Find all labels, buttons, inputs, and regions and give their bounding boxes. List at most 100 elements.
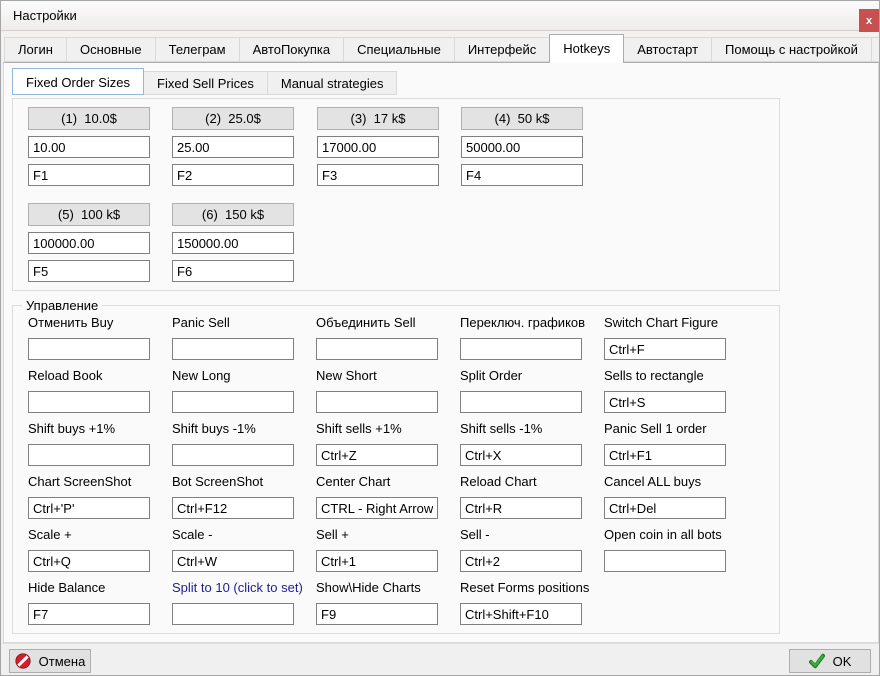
management-groupbox-title: Управление (22, 298, 102, 313)
field-show-hide-charts: Show\Hide Charts (316, 580, 446, 631)
tab-special[interactable]: Специальные (343, 37, 455, 62)
tab-autostart[interactable]: Автостарт (623, 37, 712, 62)
tab-pro[interactable]: PRO (871, 37, 880, 62)
field-scale-minus-input[interactable] (172, 550, 294, 572)
tab-general[interactable]: Основные (66, 37, 156, 62)
fixed-order-6: (6) 150 k$ (172, 203, 294, 288)
ok-button[interactable]: OK (789, 649, 871, 673)
field-cancel-buy: Отменить Buy (28, 315, 158, 366)
tab-hotkeys[interactable]: Hotkeys (549, 34, 624, 63)
field-shift-sells-plus-input[interactable] (316, 444, 438, 466)
field-shift-buys-plus-input[interactable] (28, 444, 150, 466)
field-hide-balance: Hide Balance (28, 580, 158, 631)
field-switch-chart-figure-input[interactable] (604, 338, 726, 360)
field-panic-sell-input[interactable] (172, 338, 294, 360)
fixed-order-3-hotkey-input[interactable] (317, 164, 439, 186)
field-bot-screenshot-input[interactable] (172, 497, 294, 519)
field-sell-minus: Sell - (460, 527, 590, 578)
field-split-to-10-link[interactable]: Split to 10 (click to set) (172, 580, 302, 597)
close-icon[interactable]: x (859, 9, 879, 33)
field-cancel-all-buys: Cancel ALL buys (604, 474, 734, 525)
fixed-order-3-button[interactable]: (3) 17 k$ (317, 107, 439, 130)
field-reload-book-input[interactable] (28, 391, 150, 413)
field-reload-chart-input[interactable] (460, 497, 582, 519)
ok-button-label: OK (833, 654, 852, 669)
fixed-order-2-size-input[interactable] (172, 136, 294, 158)
field-shift-sells-minus-label: Shift sells -1% (460, 421, 590, 438)
cancel-button-label: Отмена (39, 654, 86, 669)
subtab-fixed-sell-prices[interactable]: Fixed Sell Prices (143, 71, 268, 95)
field-new-long-label: New Long (172, 368, 302, 385)
field-sells-to-rectangle: Sells to rectangle (604, 368, 734, 419)
field-switch-charts-input[interactable] (460, 338, 582, 360)
field-bot-screenshot-label: Bot ScreenShot (172, 474, 302, 491)
subtab-manual-strategies[interactable]: Manual strategies (267, 71, 398, 95)
tab-telegram[interactable]: Телеграм (155, 37, 240, 62)
fixed-order-6-hotkey-input[interactable] (172, 260, 294, 282)
field-merge-sell-input[interactable] (316, 338, 438, 360)
field-sells-to-rectangle-label: Sells to rectangle (604, 368, 734, 385)
field-sell-plus-input[interactable] (316, 550, 438, 572)
fixed-order-3-size-input[interactable] (317, 136, 439, 158)
footer-bar: Отмена OK (1, 643, 879, 676)
fixed-order-2-hotkey-input[interactable] (172, 164, 294, 186)
field-show-hide-charts-input[interactable] (316, 603, 438, 625)
field-sell-minus-input[interactable] (460, 550, 582, 572)
field-panic-sell-1-order-input[interactable] (604, 444, 726, 466)
field-switch-charts: Переключ. графиков (460, 315, 590, 366)
hotkeys-tab-page: Fixed Order Sizes Fixed Sell Prices Manu… (3, 62, 879, 643)
cancel-prohibition-icon (15, 653, 31, 669)
fixed-order-4-button[interactable]: (4) 50 k$ (461, 107, 583, 130)
sub-tab-bar: Fixed Order Sizes Fixed Sell Prices Manu… (12, 68, 396, 95)
field-open-coin-all-bots-input[interactable] (604, 550, 726, 572)
fixed-order-5-size-input[interactable] (28, 232, 150, 254)
fixed-order-1-hotkey-input[interactable] (28, 164, 150, 186)
fixed-order-1-button[interactable]: (1) 10.0$ (28, 107, 150, 130)
field-split-order-input[interactable] (460, 391, 582, 413)
field-center-chart-input[interactable] (316, 497, 438, 519)
tab-setup-help[interactable]: Помощь с настройкой (711, 37, 872, 62)
fixed-order-6-size-input[interactable] (172, 232, 294, 254)
field-bot-screenshot: Bot ScreenShot (172, 474, 302, 525)
field-switch-chart-figure: Switch Chart Figure (604, 315, 734, 366)
field-scale-plus-input[interactable] (28, 550, 150, 572)
tab-interface[interactable]: Интерфейс (454, 37, 550, 62)
field-split-to-10: Split to 10 (click to set) (172, 580, 302, 631)
tab-login[interactable]: Логин (4, 37, 67, 62)
field-new-short: New Short (316, 368, 446, 419)
fixed-order-2-button[interactable]: (2) 25.0$ (172, 107, 294, 130)
field-shift-buys-minus-input[interactable] (172, 444, 294, 466)
field-show-hide-charts-label: Show\Hide Charts (316, 580, 446, 597)
field-split-to-10-input[interactable] (172, 603, 294, 625)
field-sells-to-rectangle-input[interactable] (604, 391, 726, 413)
field-shift-buys-minus-label: Shift buys -1% (172, 421, 302, 438)
field-panic-sell-1-order-label: Panic Sell 1 order (604, 421, 734, 438)
field-merge-sell-label: Объединить Sell (316, 315, 446, 332)
field-hide-balance-input[interactable] (28, 603, 150, 625)
fixed-order-2: (2) 25.0$ (172, 107, 294, 192)
field-split-order: Split Order (460, 368, 590, 419)
field-reload-chart: Reload Chart (460, 474, 590, 525)
field-reload-chart-label: Reload Chart (460, 474, 590, 491)
field-shift-sells-minus-input[interactable] (460, 444, 582, 466)
field-sell-plus-label: Sell + (316, 527, 446, 544)
field-new-long-input[interactable] (172, 391, 294, 413)
fixed-order-1-size-input[interactable] (28, 136, 150, 158)
field-panic-sell: Panic Sell (172, 315, 302, 366)
fixed-order-6-button[interactable]: (6) 150 k$ (172, 203, 294, 226)
cancel-button[interactable]: Отмена (9, 649, 91, 673)
field-cancel-all-buys-input[interactable] (604, 497, 726, 519)
field-new-short-label: New Short (316, 368, 446, 385)
fixed-order-5-button[interactable]: (5) 100 k$ (28, 203, 150, 226)
subtab-fixed-order-sizes[interactable]: Fixed Order Sizes (12, 68, 144, 95)
tab-autobuy[interactable]: АвтоПокупка (239, 37, 344, 62)
fixed-order-5-hotkey-input[interactable] (28, 260, 150, 282)
field-chart-screenshot-input[interactable] (28, 497, 150, 519)
fixed-order-4-hotkey-input[interactable] (461, 164, 583, 186)
field-new-short-input[interactable] (316, 391, 438, 413)
field-cancel-buy-input[interactable] (28, 338, 150, 360)
field-reload-book: Reload Book (28, 368, 158, 419)
field-reset-forms-positions-input[interactable] (460, 603, 582, 625)
fixed-order-4-size-input[interactable] (461, 136, 583, 158)
field-shift-sells-plus: Shift sells +1% (316, 421, 446, 472)
